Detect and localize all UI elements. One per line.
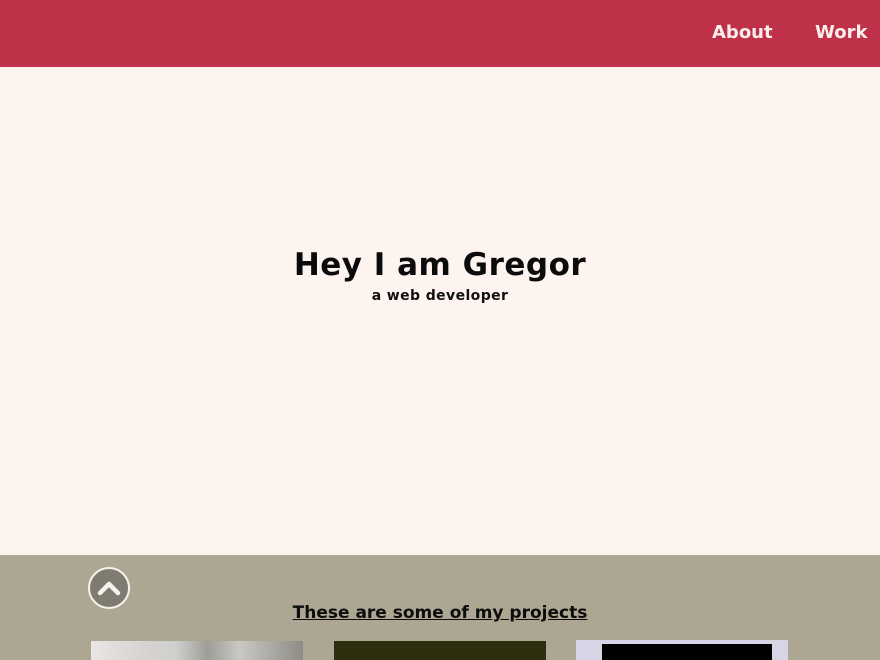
project-card-1[interactable] <box>91 641 303 660</box>
projects-section: These are some of my projects <box>0 555 880 660</box>
project-card-3-preview <box>602 644 772 660</box>
nav-link-about[interactable]: About <box>712 20 773 46</box>
projects-heading: These are some of my projects <box>292 603 588 623</box>
hero-title: Hey I am Gregor <box>293 247 587 283</box>
project-card-3[interactable] <box>576 640 788 660</box>
chevron-up-icon <box>97 581 121 596</box>
navbar: About Work <box>0 0 880 67</box>
hero-subtitle: a web developer <box>371 288 509 304</box>
project-card-2[interactable] <box>334 641 546 660</box>
nav-link-work[interactable]: Work <box>815 20 867 46</box>
hero-section: Hey I am Gregor a web developer <box>0 67 880 555</box>
